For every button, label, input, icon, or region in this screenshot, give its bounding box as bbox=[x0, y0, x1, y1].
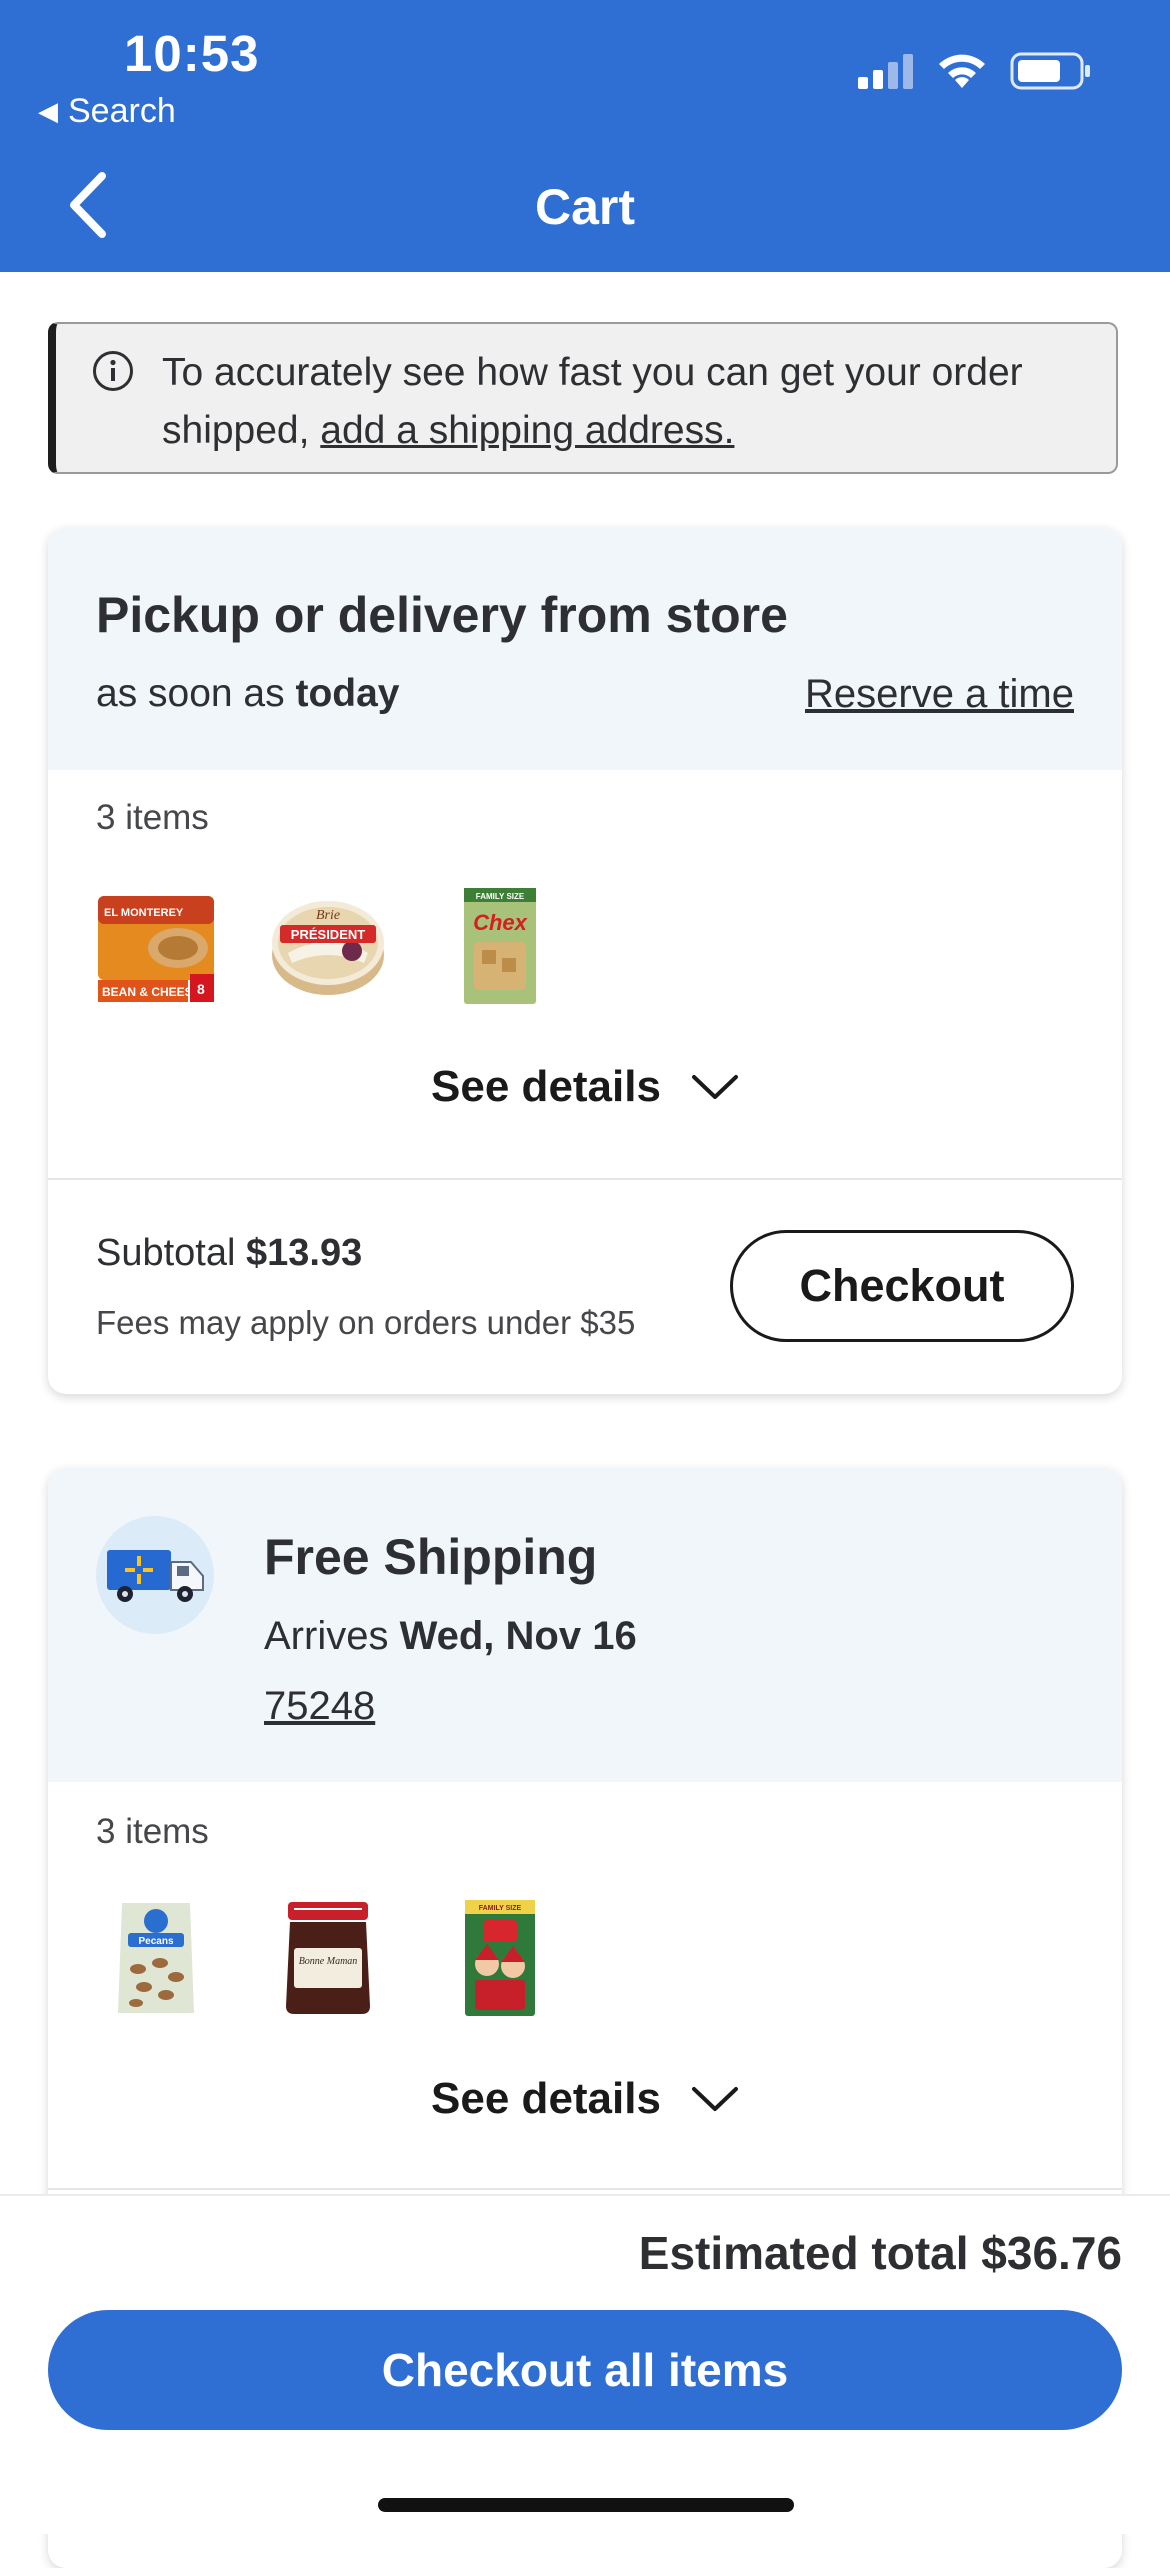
wifi-icon bbox=[939, 54, 985, 88]
status-time: 10:53 bbox=[124, 25, 260, 82]
page-title: Cart bbox=[534, 179, 636, 235]
estimated-total: Estimated total $36.76 bbox=[638, 2227, 1122, 2279]
add-shipping-address-link[interactable]: add a shipping address. bbox=[320, 409, 734, 452]
shipping-card-title: Free Shipping bbox=[264, 1529, 598, 1585]
reserve-time-link[interactable]: Reserve a time bbox=[805, 672, 1074, 717]
shipping-see-details-button[interactable]: See details bbox=[48, 2074, 1122, 2124]
chevron-down-icon bbox=[691, 1075, 738, 1099]
chex-tag-text: FAMILY SIZE bbox=[476, 892, 525, 901]
pecans-label-text: Pecans bbox=[138, 1936, 173, 1947]
battery-icon bbox=[1010, 52, 1090, 90]
info-icon bbox=[93, 351, 133, 391]
product-thumb-brie[interactable]: Brie PRÉSIDENT bbox=[268, 886, 388, 1006]
card-divider bbox=[48, 1178, 1122, 1180]
pickup-item-count: 3 items bbox=[96, 798, 209, 837]
subtotal-value: $13.93 bbox=[246, 1232, 363, 1274]
see-details-label: See details bbox=[431, 1062, 661, 1111]
status-icons bbox=[858, 52, 1092, 90]
burritos-brand-text: EL MONTEREY bbox=[104, 907, 184, 919]
brie-label-text: PRÉSIDENT bbox=[291, 927, 365, 942]
pickup-see-details-button[interactable]: See details bbox=[48, 1062, 1122, 1112]
delivery-truck-icon bbox=[107, 1550, 204, 1602]
subtotal-label: Subtotal bbox=[96, 1232, 236, 1274]
app-header: 10:53 ◀ Search Cart bbox=[0, 0, 1170, 272]
elf-cereal-tag-text: FAMILY SIZE bbox=[479, 1905, 522, 1912]
pickup-timing-prefix: as soon as bbox=[96, 672, 285, 715]
pickup-card-header bbox=[48, 528, 1122, 770]
product-thumb-chex[interactable]: FAMILY SIZE Chex bbox=[440, 886, 560, 1006]
chex-cereal-box-image: FAMILY SIZE Chex bbox=[464, 888, 536, 1004]
brie-brand-text: Brie bbox=[316, 908, 340, 923]
checkout-all-items-button[interactable]: Checkout all items bbox=[48, 2310, 1122, 2430]
burritos-package-image: EL MONTEREY BEAN & CHEESE 8 bbox=[98, 896, 214, 1002]
shipping-address-banner: To accurately see how fast you can get y… bbox=[48, 322, 1118, 474]
fig-preserves-jar-image: Bonne Maman bbox=[286, 1902, 370, 2014]
product-thumb-pecans[interactable]: Pecans bbox=[96, 1898, 216, 2018]
shipping-item-thumbnails: Pecans Bonne Maman FAMILY SIZE bbox=[96, 1898, 560, 2018]
pickup-card-title: Pickup or delivery from store bbox=[96, 587, 788, 643]
chex-brand-text: Chex bbox=[473, 910, 528, 935]
back-to-app-label: Search bbox=[68, 92, 176, 130]
shipping-item-count: 3 items bbox=[96, 1812, 209, 1851]
home-indicator[interactable] bbox=[378, 2498, 794, 2512]
arrives-prefix: Arrives bbox=[264, 1614, 389, 1658]
pickup-delivery-card: Pickup or delivery from store as soon as… bbox=[48, 528, 1122, 1394]
pecans-bag-image: Pecans bbox=[118, 1903, 194, 2013]
zip-code-link[interactable]: 75248 bbox=[264, 1684, 375, 1729]
burritos-pack-text: 8 bbox=[197, 981, 205, 997]
arrival-date: Arrives Wed, Nov 16 bbox=[264, 1614, 637, 1659]
back-triangle-icon: ◀ bbox=[38, 96, 58, 126]
fig-preserves-label-text: Bonne Maman bbox=[299, 1956, 358, 1967]
fees-note: Fees may apply on orders under $35 bbox=[96, 1304, 636, 1341]
cart-footer: Estimated total $36.76 Checkout all item… bbox=[0, 2194, 1170, 2534]
product-thumb-burritos[interactable]: EL MONTEREY BEAN & CHEESE 8 bbox=[96, 886, 216, 1006]
burritos-tag-text: BEAN & CHEESE bbox=[102, 985, 201, 999]
brie-package-image: Brie PRÉSIDENT bbox=[272, 901, 384, 995]
truck-badge bbox=[96, 1516, 214, 1634]
banner-message: To accurately see how fast you can get y… bbox=[162, 344, 1082, 460]
chevron-down-icon bbox=[691, 2087, 738, 2111]
pickup-timing-day: today bbox=[295, 672, 400, 715]
back-to-app-link[interactable]: ◀ Search bbox=[38, 92, 176, 131]
pickup-timing: as soon as today bbox=[96, 672, 399, 716]
product-thumb-fig-preserves[interactable]: Bonne Maman bbox=[268, 1898, 388, 2018]
elf-cereal-box-image: FAMILY SIZE bbox=[465, 1900, 535, 2016]
product-thumb-elf-cereal[interactable]: FAMILY SIZE bbox=[440, 1898, 560, 2018]
see-details-label: See details bbox=[431, 2074, 661, 2123]
pickup-checkout-button[interactable]: Checkout bbox=[730, 1230, 1074, 1342]
pickup-item-thumbnails: EL MONTEREY BEAN & CHEESE 8 Brie PRÉSIDE… bbox=[96, 886, 560, 1006]
card-divider bbox=[48, 2188, 1122, 2190]
pickup-subtotal: Subtotal $13.93 bbox=[96, 1232, 362, 1275]
cellular-signal-icon bbox=[858, 54, 913, 89]
arrives-date: Wed, Nov 16 bbox=[399, 1614, 637, 1658]
